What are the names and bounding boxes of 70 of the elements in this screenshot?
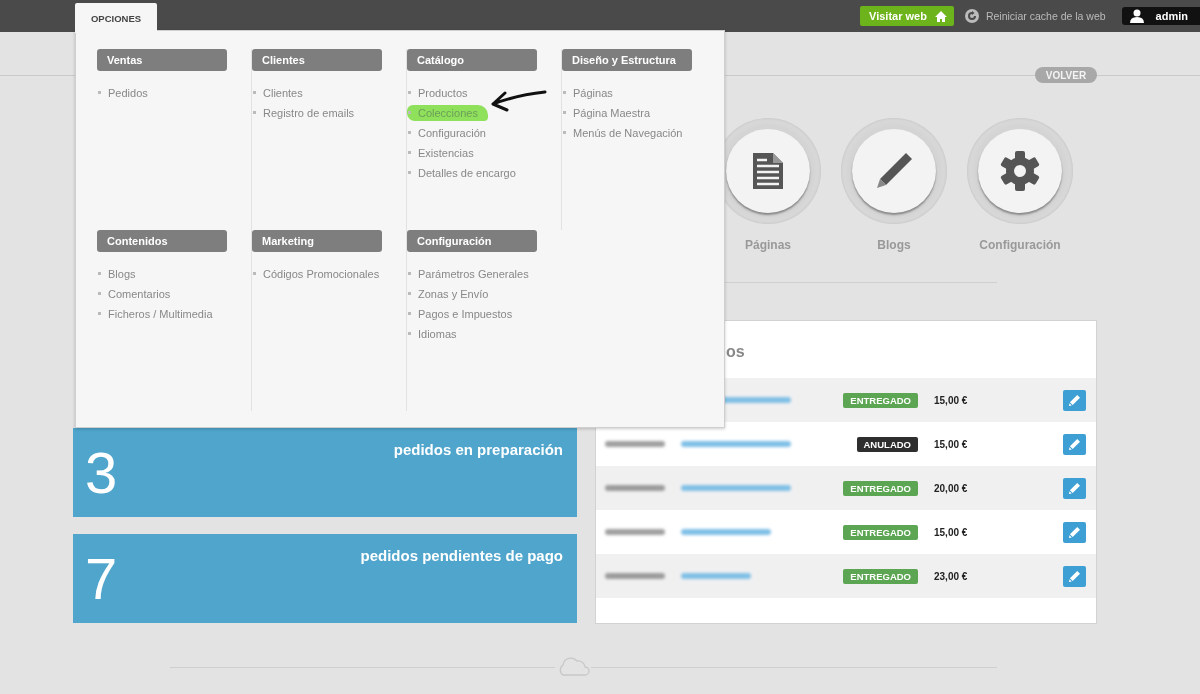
stat-value: 7 [85,550,118,608]
menu-link[interactable]: Comentarios [97,286,171,302]
reset-cache-link[interactable]: Reiniciar cache de la web [985,10,1106,22]
menu-section-header: Catálogo [407,49,537,71]
pencil-icon [1069,526,1080,538]
options-tab[interactable]: OPCIONES [75,3,157,33]
visit-web-button[interactable]: Visitar web [860,6,954,26]
menu-link[interactable]: Clientes [252,85,303,101]
menu-section-header: Marketing [252,230,382,252]
status-badge: ENTREGADO [843,392,918,408]
menu-link[interactable]: Pedidos [97,85,148,101]
document-icon [753,153,783,189]
panel-heading: os [725,342,746,362]
menu-link[interactable]: Menús de Navegación [562,125,683,141]
blurred-date [605,529,665,535]
shortcut-label: Configuración [979,238,1061,252]
pencil-icon [1069,570,1080,582]
order-amount: 15,00 € [933,394,969,406]
menu-section-header: Ventas [97,49,227,71]
shortcut-label: Páginas [745,238,791,252]
home-icon [934,10,947,22]
menu-link[interactable]: Zonas y Envío [407,286,489,302]
pencil-icon [1069,482,1080,494]
pencil-icon [1069,394,1080,406]
stat-label: pedidos pendientes de pago [360,547,563,564]
status-badge: ENTREGADO [843,524,918,540]
menu-link[interactable]: Parámetros Generales [407,266,529,282]
edit-button[interactable] [1063,521,1086,543]
menu-link[interactable]: Páginas [562,85,613,101]
pencil-icon [876,153,912,189]
menu-link[interactable]: Códigos Promocionales [252,266,380,282]
status-badge: ENTREGADO [843,480,918,496]
edit-button[interactable] [1063,477,1086,499]
edit-button[interactable] [1063,565,1086,587]
menu-section-header: Clientes [252,49,382,71]
menu-link[interactable]: Colecciones [407,105,488,121]
edit-button[interactable] [1063,433,1086,455]
refresh-icon[interactable] [964,9,979,23]
menu-link[interactable]: Idiomas [407,326,457,342]
blurred-date [605,573,665,579]
pencil-icon [1069,438,1080,450]
blurred-date [605,485,665,491]
menu-link[interactable]: Detalles de encargo [407,165,516,181]
stat-value: 3 [85,444,118,502]
menu-link[interactable]: Registro de emails [252,105,355,121]
menu-link[interactable]: Existencias [407,145,474,161]
menu-link[interactable]: Configuración [407,125,486,141]
user-icon [1129,9,1144,23]
menu-link[interactable]: Pagos e Impuestos [407,306,513,322]
blurred-date [605,441,665,447]
order-amount: 23,00 € [933,570,969,582]
menu-section-header: Diseño y Estructura [562,49,692,71]
menu-section-header: Configuración [407,230,537,252]
user-name: admin [1155,10,1188,22]
user-menu[interactable]: admin [1121,7,1200,25]
order-amount: 15,00 € [933,526,969,538]
menu-section-header: Contenidos [97,230,227,252]
menu-link[interactable]: Página Maestra [562,105,651,121]
status-badge: ENTREGADO [843,568,918,584]
menu-link[interactable]: Ficheros / Multimedia [97,306,213,322]
edit-button[interactable] [1063,389,1086,411]
shortcut-label: Blogs [877,238,911,252]
order-amount: 15,00 € [933,438,969,450]
menu-link[interactable]: Productos [407,85,468,101]
status-badge: ANULADO [856,436,918,452]
back-button[interactable]: VOLVER [1035,67,1097,83]
stat-label: pedidos en preparación [393,441,563,458]
order-amount: 20,00 € [933,482,969,494]
menu-link[interactable]: Blogs [97,266,136,282]
settings-icon [1000,151,1040,191]
